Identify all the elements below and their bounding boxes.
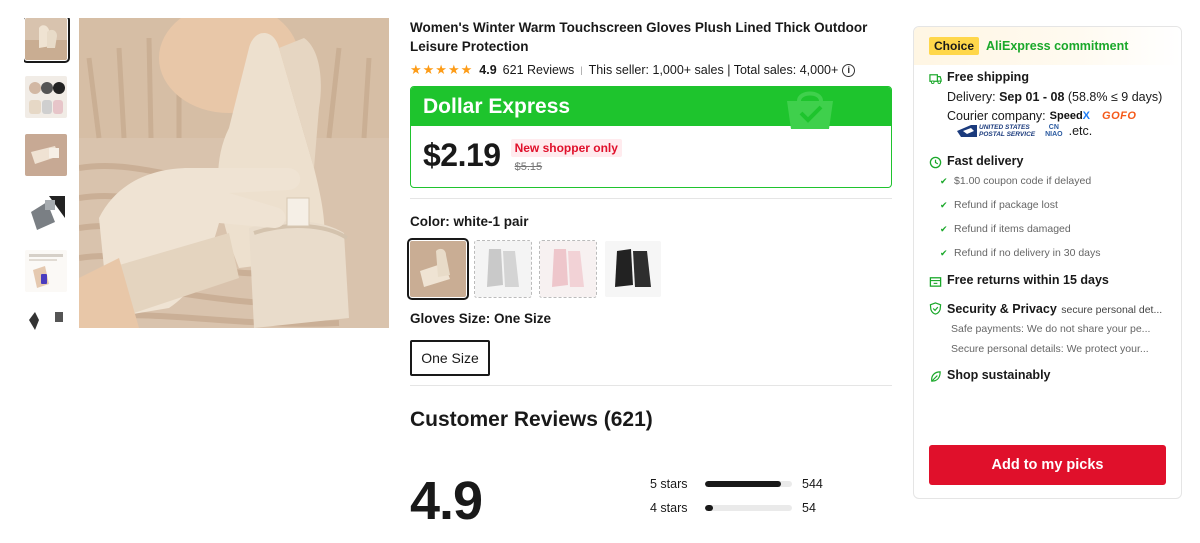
thumbnail-5[interactable] — [25, 250, 67, 292]
review-score: 4.9 — [410, 471, 483, 531]
delivery-text: Delivery: Sep 01 - 08 (58.8% ≤ 9 days) — [947, 87, 1164, 107]
delivery-prefix: Delivery: — [947, 90, 1000, 104]
main-product-image[interactable] — [79, 18, 389, 328]
truck-icon — [929, 74, 942, 84]
speedx-text: Speed — [1049, 110, 1083, 122]
thumbnail-6[interactable] — [25, 308, 67, 330]
bar-fill — [705, 505, 713, 511]
bar-track — [705, 481, 792, 487]
shipping-section[interactable]: Free shipping — [914, 70, 1181, 84]
courier-row: Courier company: SpeedX GOFO — [947, 109, 1164, 123]
sustain-section[interactable]: Shop sustainably — [914, 368, 1181, 382]
commitment-title[interactable]: AliExpress commitment — [986, 39, 1128, 53]
bar-count: 544 — [802, 477, 823, 491]
clock-icon — [929, 156, 942, 169]
bar-count: 54 — [802, 501, 816, 515]
leaf-icon — [931, 371, 941, 382]
reviews-summary: 4.9 5 stars 544 4 stars 54 — [410, 0, 892, 543]
return-box-icon — [929, 277, 942, 287]
bar-fill — [705, 481, 782, 487]
sustain-title: Shop sustainably — [947, 368, 1051, 382]
list-item-text: Refund if items damaged — [954, 223, 1071, 235]
usps-line1: UNITED STATES — [979, 124, 1030, 131]
list-item: ✔ Refund if items damaged — [936, 217, 1181, 241]
cn-line1: CN — [1048, 124, 1059, 131]
choice-header: Choice AliExpress commitment — [914, 27, 1181, 65]
thumbnail-image — [25, 308, 67, 330]
commitment-panel: Choice AliExpress commitment Free shippi… — [913, 26, 1182, 499]
glove-product-image — [79, 18, 389, 328]
thumbnail-2[interactable] — [25, 76, 67, 118]
thumbnail-image — [25, 250, 67, 292]
returns-title: Free returns within 15 days — [947, 273, 1109, 287]
returns-section[interactable]: Free returns within 15 days — [914, 273, 1181, 287]
fast-delivery-list: ✔ $1.00 coupon code if delayed ✔ Refund if… — [914, 169, 1181, 265]
thumbnail-1[interactable] — [24, 18, 70, 63]
security-line: Safe payments: We do not share your pe..… — [951, 323, 1151, 335]
courier-logos: UNITED STATES POSTAL SERVICE CN NIAO .etc. — [957, 124, 1181, 138]
shield-icon — [929, 302, 942, 315]
gofo-logo: GOFO — [1102, 110, 1137, 122]
courier-label: Courier company: — [947, 109, 1046, 123]
list-item: ✔ $1.00 coupon code if delayed — [936, 169, 1181, 193]
thumbnail-image — [25, 18, 67, 60]
bar-label: 5 stars — [650, 477, 688, 491]
etc-text: .etc. — [1068, 124, 1093, 138]
thumbnail-3[interactable] — [25, 134, 67, 176]
delivery-suffix: (58.8% ≤ 9 days) — [1064, 90, 1163, 104]
check-icon: ✔ — [940, 248, 948, 258]
list-item-text: $1.00 coupon code if delayed — [954, 175, 1092, 187]
list-item-text: Refund if package lost — [954, 199, 1058, 211]
fast-delivery-title: Fast delivery — [947, 154, 1024, 168]
bar-label: 4 stars — [650, 501, 688, 515]
thumbnail-image — [25, 76, 67, 118]
rating-bars: 5 stars 544 4 stars 54 — [650, 474, 823, 522]
rating-bar-row[interactable]: 5 stars 544 — [650, 474, 823, 494]
security-suffix: secure personal det... — [1061, 304, 1163, 316]
thumbnail-4[interactable] — [25, 192, 67, 234]
bar-track — [705, 505, 792, 511]
list-item-text: Refund if no delivery in 30 days — [954, 247, 1101, 259]
list-item: ✔ Refund if no delivery in 30 days — [936, 241, 1181, 265]
speedx-x: X — [1082, 110, 1091, 122]
security-line: Secure personal details: We protect your… — [951, 343, 1149, 355]
thumbnail-image — [25, 192, 67, 234]
usps-eagle-icon — [957, 125, 977, 137]
security-section[interactable]: Security & Privacy secure personal det..… — [914, 300, 1181, 318]
delivery-info: Delivery: Sep 01 - 08 (58.8% ≤ 9 days) C… — [914, 87, 1164, 123]
cn-line2: NIAO — [1045, 131, 1063, 138]
check-icon: ✔ — [940, 176, 948, 186]
choice-badge: Choice — [929, 37, 980, 55]
thumbnail-image — [25, 134, 67, 176]
add-to-picks-button[interactable]: Add to my picks — [929, 445, 1166, 485]
check-icon: ✔ — [940, 200, 948, 210]
delivery-dates: Sep 01 - 08 — [999, 90, 1065, 104]
rating-bar-row[interactable]: 4 stars 54 — [650, 498, 823, 518]
fast-delivery-section[interactable]: Fast delivery — [914, 154, 1181, 169]
thumbnail-strip — [24, 18, 70, 330]
shipping-title: Free shipping — [947, 70, 1029, 84]
usps-text: UNITED STATES POSTAL SERVICE — [979, 124, 1035, 138]
security-title: Security & Privacy — [947, 302, 1057, 316]
usps-line2: POSTAL SERVICE — [979, 131, 1036, 138]
security-lines: Safe payments: We do not share your pe..… — [914, 319, 1181, 359]
speedx-logo: SpeedX — [1050, 110, 1090, 122]
cainiao-logo: CN NIAO — [1045, 124, 1063, 138]
check-icon: ✔ — [940, 224, 948, 234]
list-item: ✔ Refund if package lost — [936, 193, 1181, 217]
